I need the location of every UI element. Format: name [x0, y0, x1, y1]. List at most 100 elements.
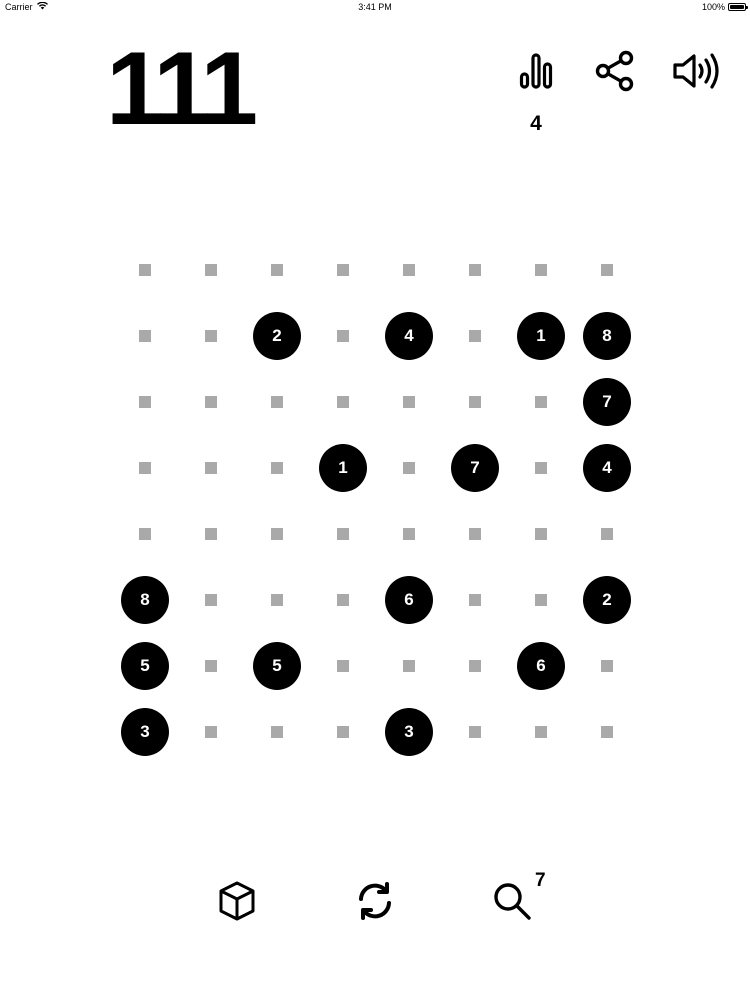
board-cell[interactable] — [112, 369, 178, 435]
board-cell[interactable] — [442, 237, 508, 303]
board-cell[interactable] — [508, 369, 574, 435]
board-cell[interactable] — [442, 633, 508, 699]
empty-dot — [205, 462, 217, 474]
number-ball: 3 — [385, 708, 433, 756]
board-cell[interactable] — [244, 435, 310, 501]
board-cell[interactable]: 5 — [112, 633, 178, 699]
empty-dot — [535, 396, 547, 408]
number-ball: 2 — [583, 576, 631, 624]
board-cell[interactable] — [244, 369, 310, 435]
score-display: 111 — [106, 31, 258, 147]
empty-dot — [535, 726, 547, 738]
board-cell[interactable] — [244, 237, 310, 303]
board-cell[interactable]: 6 — [376, 567, 442, 633]
board-cell[interactable] — [508, 435, 574, 501]
board-cell[interactable]: 3 — [376, 699, 442, 765]
board-cell[interactable] — [112, 501, 178, 567]
board-cell[interactable] — [442, 699, 508, 765]
board-cell[interactable]: 4 — [574, 435, 640, 501]
sound-icon — [672, 48, 724, 99]
board-cell[interactable] — [376, 369, 442, 435]
board-cell[interactable] — [376, 501, 442, 567]
status-right: 100% — [701, 2, 748, 12]
board-cell[interactable] — [376, 435, 442, 501]
board-cell[interactable] — [442, 369, 508, 435]
board-cell[interactable] — [376, 633, 442, 699]
empty-dot — [535, 264, 547, 276]
status-time: 3:41 PM — [358, 2, 392, 12]
board-cell[interactable] — [442, 303, 508, 369]
board-cell[interactable] — [178, 501, 244, 567]
cube-button[interactable] — [213, 879, 261, 927]
stats-count: 4 — [530, 112, 542, 135]
board-cell[interactable] — [178, 699, 244, 765]
board-cell[interactable] — [112, 237, 178, 303]
board-cell[interactable]: 8 — [112, 567, 178, 633]
stats-button[interactable] — [511, 48, 561, 98]
board-cell[interactable] — [508, 501, 574, 567]
share-button[interactable] — [590, 48, 640, 98]
empty-dot — [601, 528, 613, 540]
board-cell[interactable] — [508, 567, 574, 633]
board-cell[interactable]: 4 — [376, 303, 442, 369]
empty-dot — [205, 660, 217, 672]
board-cell[interactable] — [574, 237, 640, 303]
empty-dot — [205, 264, 217, 276]
empty-dot — [469, 528, 481, 540]
board-cell[interactable] — [574, 633, 640, 699]
board-cell[interactable] — [310, 501, 376, 567]
board-cell[interactable] — [112, 435, 178, 501]
board-cell[interactable] — [310, 633, 376, 699]
battery-label: 100% — [701, 2, 725, 12]
empty-dot — [601, 264, 613, 276]
board-cell[interactable]: 7 — [574, 369, 640, 435]
board-cell[interactable] — [508, 237, 574, 303]
board-cell[interactable] — [442, 567, 508, 633]
empty-dot — [139, 396, 151, 408]
board-cell[interactable] — [178, 237, 244, 303]
board-cell[interactable] — [178, 303, 244, 369]
empty-dot — [337, 660, 349, 672]
board-cell[interactable]: 6 — [508, 633, 574, 699]
empty-dot — [337, 528, 349, 540]
board-cell[interactable] — [574, 699, 640, 765]
empty-dot — [469, 726, 481, 738]
board-cell[interactable] — [178, 567, 244, 633]
board-cell[interactable] — [178, 633, 244, 699]
empty-dot — [601, 726, 613, 738]
hint-button[interactable] — [489, 879, 537, 927]
board-cell[interactable] — [112, 303, 178, 369]
sound-button[interactable] — [673, 48, 723, 98]
board-cell[interactable] — [310, 699, 376, 765]
number-ball: 5 — [121, 642, 169, 690]
game-board: 2418717486255633 — [112, 237, 640, 765]
number-ball: 1 — [319, 444, 367, 492]
board-cell[interactable] — [310, 369, 376, 435]
refresh-button[interactable] — [351, 879, 399, 927]
board-cell[interactable] — [310, 567, 376, 633]
board-cell[interactable]: 2 — [574, 567, 640, 633]
board-cell[interactable] — [442, 501, 508, 567]
board-cell[interactable]: 1 — [508, 303, 574, 369]
board-cell[interactable] — [574, 501, 640, 567]
empty-dot — [535, 528, 547, 540]
board-cell[interactable] — [310, 237, 376, 303]
board-cell[interactable]: 5 — [244, 633, 310, 699]
board-cell[interactable]: 2 — [244, 303, 310, 369]
board-cell[interactable] — [244, 567, 310, 633]
board-cell[interactable]: 3 — [112, 699, 178, 765]
empty-dot — [271, 594, 283, 606]
board-cell[interactable] — [244, 699, 310, 765]
board-cell[interactable] — [376, 237, 442, 303]
board-cell[interactable]: 7 — [442, 435, 508, 501]
board-cell[interactable] — [508, 699, 574, 765]
empty-dot — [469, 396, 481, 408]
board-cell[interactable] — [244, 501, 310, 567]
empty-dot — [205, 594, 217, 606]
board-cell[interactable] — [310, 303, 376, 369]
board-cell[interactable]: 8 — [574, 303, 640, 369]
board-cell[interactable]: 1 — [310, 435, 376, 501]
number-ball: 7 — [583, 378, 631, 426]
board-cell[interactable] — [178, 369, 244, 435]
board-cell[interactable] — [178, 435, 244, 501]
